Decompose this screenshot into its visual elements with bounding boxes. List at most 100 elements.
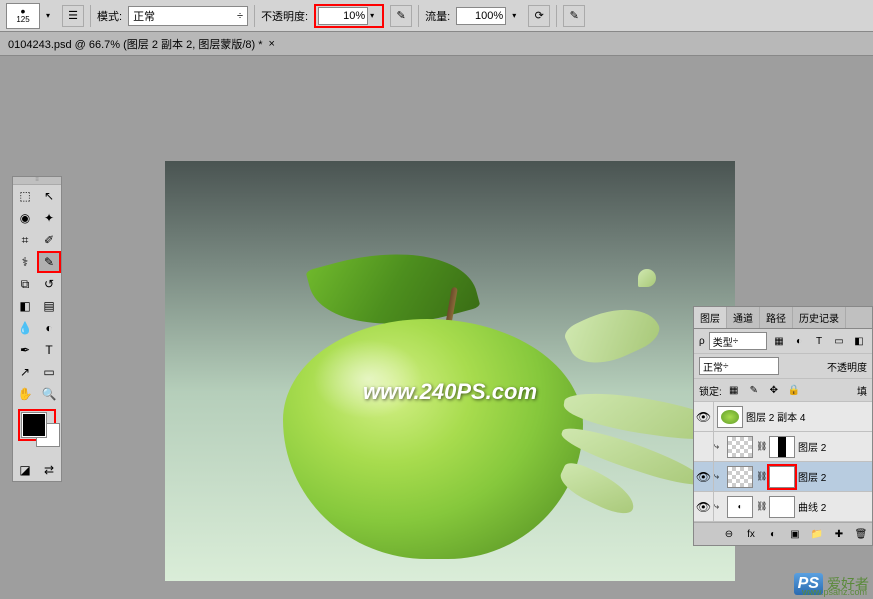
adjustment-thumbnail[interactable]: ◐ (727, 496, 753, 518)
type-tool[interactable]: T (37, 339, 61, 361)
divider (418, 5, 419, 27)
color-swatches-highlight (18, 409, 56, 441)
layer-name: 曲线 2 (798, 499, 872, 514)
mode-label: 模式: (97, 8, 122, 24)
chevron-down-icon: ÷ (237, 10, 243, 22)
move-tool[interactable]: ↖ (37, 185, 61, 207)
eyedropper-tool[interactable]: ✐ (37, 229, 61, 251)
tab-channels[interactable]: 通道 (727, 307, 760, 328)
layer-row[interactable]: 👁 ⤷ ⛓ 图层 2 (694, 462, 872, 492)
hand-tool[interactable]: ✋ (13, 383, 37, 405)
brush-dropdown-icon[interactable]: ▾ (46, 11, 56, 20)
filter-adjust-icon[interactable]: ◐ (791, 333, 807, 349)
clip-icon: ⤷ (714, 441, 724, 452)
marquee-tool[interactable]: ⬚ (13, 185, 37, 207)
new-layer-icon[interactable]: ✚ (831, 526, 847, 542)
blend-mode-select[interactable]: 正常 ÷ (128, 6, 248, 26)
lock-position-icon[interactable]: ✥ (766, 382, 782, 398)
adjustment-layer-icon[interactable]: ▣ (787, 526, 803, 542)
link-icon: ⛓ (756, 441, 766, 452)
pen-tool[interactable]: ✒ (13, 339, 37, 361)
layer-thumbnail[interactable] (727, 466, 753, 488)
splash (562, 292, 665, 375)
link-layers-icon[interactable]: ⊖ (721, 526, 737, 542)
clone-stamp-tool[interactable]: ⧉ (13, 273, 37, 295)
panel-drag-handle[interactable]: ≡ (13, 177, 61, 185)
gradient-tool[interactable]: ▤ (37, 295, 61, 317)
document-tab[interactable]: 0104243.psd @ 66.7% (图层 2 副本 2, 图层蒙版/8) … (8, 36, 275, 52)
fx-icon[interactable]: fx (743, 526, 759, 542)
layer-list: 👁 图层 2 副本 4 ⤷ ⛓ 图层 2 👁 ⤷ ⛓ 图层 2 (694, 402, 872, 522)
shape-tool[interactable]: ▭ (37, 361, 61, 383)
splash (638, 269, 656, 287)
fill-label: 填 (806, 383, 867, 398)
opacity-dropdown-icon[interactable]: ▾ (370, 11, 380, 20)
layer-row[interactable]: 👁 ⤷ ◐ ⛓ 曲线 2 (694, 492, 872, 522)
screen-mode-toggle[interactable]: ⇄ (37, 459, 61, 481)
pressure-opacity-toggle[interactable]: ✎ (390, 5, 412, 27)
eraser-tool[interactable]: ◧ (13, 295, 37, 317)
blur-tool[interactable]: 💧 (13, 317, 37, 339)
lock-label: 锁定: (699, 383, 722, 398)
visibility-toggle[interactable]: 👁 (694, 462, 714, 491)
brush-preset-picker[interactable]: 125 (6, 3, 40, 29)
quick-mask-toggle[interactable]: ◪ (13, 459, 37, 481)
clip-icon: ⤷ (714, 471, 724, 482)
delete-layer-icon[interactable]: 🗑 (853, 526, 869, 542)
layer-row[interactable]: 👁 图层 2 副本 4 (694, 402, 872, 432)
mask-thumbnail[interactable] (769, 496, 795, 518)
document-tabs-bar: 0104243.psd @ 66.7% (图层 2 副本 2, 图层蒙版/8) … (0, 32, 873, 56)
lasso-tool[interactable]: ◉ (13, 207, 37, 229)
healing-brush-tool[interactable]: ⚕ (13, 251, 37, 273)
airbrush-toggle[interactable]: ⟳ (528, 5, 550, 27)
magic-wand-tool[interactable]: ✦ (37, 207, 61, 229)
divider (254, 5, 255, 27)
brush-panel-toggle[interactable]: ☰ (62, 5, 84, 27)
close-icon[interactable]: × (269, 38, 275, 50)
filter-pixel-icon[interactable]: ▦ (771, 333, 787, 349)
visibility-toggle[interactable] (694, 432, 714, 461)
visibility-toggle[interactable]: 👁 (694, 492, 714, 521)
zoom-tool[interactable]: 🔍 (37, 383, 61, 405)
flow-dropdown-icon[interactable]: ▾ (512, 11, 522, 20)
link-icon: ⛓ (756, 471, 766, 482)
lock-all-icon[interactable]: 🔒 (786, 382, 802, 398)
layer-thumbnail[interactable] (717, 406, 743, 428)
lock-pixels-icon[interactable]: ✎ (746, 382, 762, 398)
clip-icon: ⤷ (714, 501, 724, 512)
layer-name: 图层 2 副本 4 (746, 409, 872, 424)
layer-row[interactable]: ⤷ ⛓ 图层 2 (694, 432, 872, 462)
watermark-url: www.psahz.com (802, 587, 867, 597)
path-selection-tool[interactable]: ↗ (13, 361, 37, 383)
mask-thumbnail[interactable] (769, 436, 795, 458)
flow-input[interactable]: 100% (456, 7, 506, 25)
mask-thumbnail[interactable] (769, 466, 795, 488)
mask-icon[interactable]: ◐ (765, 526, 781, 542)
filter-smart-icon[interactable]: ◧ (851, 333, 867, 349)
tab-history[interactable]: 历史记录 (793, 307, 846, 328)
filter-type-icon[interactable]: T (811, 333, 827, 349)
layer-filter-select[interactable]: 类型÷ (709, 332, 767, 350)
crop-tool[interactable]: ⌗ (13, 229, 37, 251)
tab-paths[interactable]: 路径 (760, 307, 793, 328)
divider (90, 5, 91, 27)
canvas[interactable]: www.240PS.com (165, 161, 735, 581)
divider (556, 5, 557, 27)
dodge-tool[interactable]: ◐ (37, 317, 61, 339)
pressure-size-toggle[interactable]: ✎ (563, 5, 585, 27)
opacity-input[interactable]: 10% (318, 7, 368, 25)
tab-layers[interactable]: 图层 (694, 307, 727, 328)
foreground-color-swatch[interactable] (22, 413, 46, 437)
layer-blend-mode-select[interactable]: 正常÷ (699, 357, 779, 375)
document-title: 0104243.psd @ 66.7% (图层 2 副本 2, 图层蒙版/8) … (8, 36, 263, 52)
visibility-toggle[interactable]: 👁 (694, 402, 714, 431)
layer-thumbnail[interactable] (727, 436, 753, 458)
link-icon: ⛓ (756, 501, 766, 512)
history-brush-tool[interactable]: ↺ (37, 273, 61, 295)
group-icon[interactable]: 📁 (809, 526, 825, 542)
lock-transparency-icon[interactable]: ▦ (726, 382, 742, 398)
canvas-watermark: www.240PS.com (363, 379, 537, 405)
brush-tool[interactable]: ✎ (37, 251, 61, 273)
filter-shape-icon[interactable]: ▭ (831, 333, 847, 349)
panel-tabs: 图层 通道 路径 历史记录 (694, 307, 872, 329)
